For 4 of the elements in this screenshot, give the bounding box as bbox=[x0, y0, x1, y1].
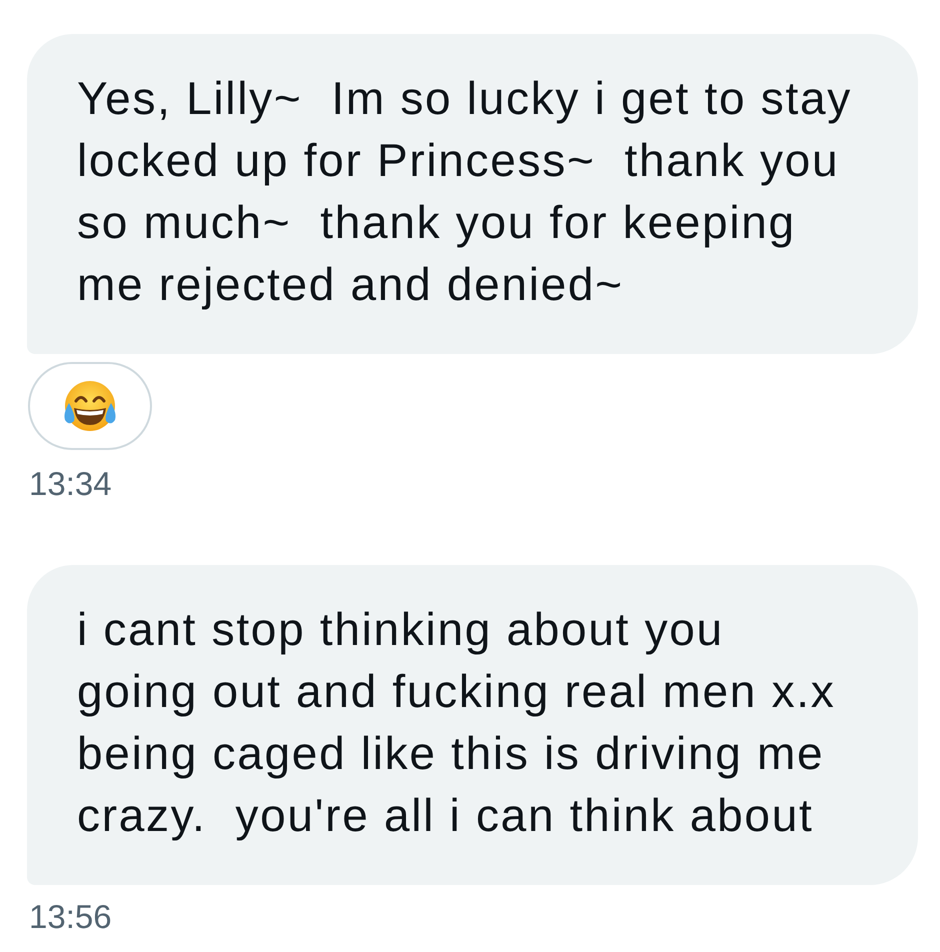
message-timestamp: 13:34 bbox=[29, 464, 112, 504]
message-text: Yes, Lilly~ Im so lucky i get to stay locked up for Princess~ thank you so much~ thank you for keeping me rejected and denied~ bbox=[77, 71, 853, 312]
message-text: i cant stop thinking about you going out and fucking real men x.x being caged like this is driving me crazy. you're all i can think about bbox=[77, 602, 836, 843]
message-timestamp: 13:56 bbox=[29, 897, 112, 937]
